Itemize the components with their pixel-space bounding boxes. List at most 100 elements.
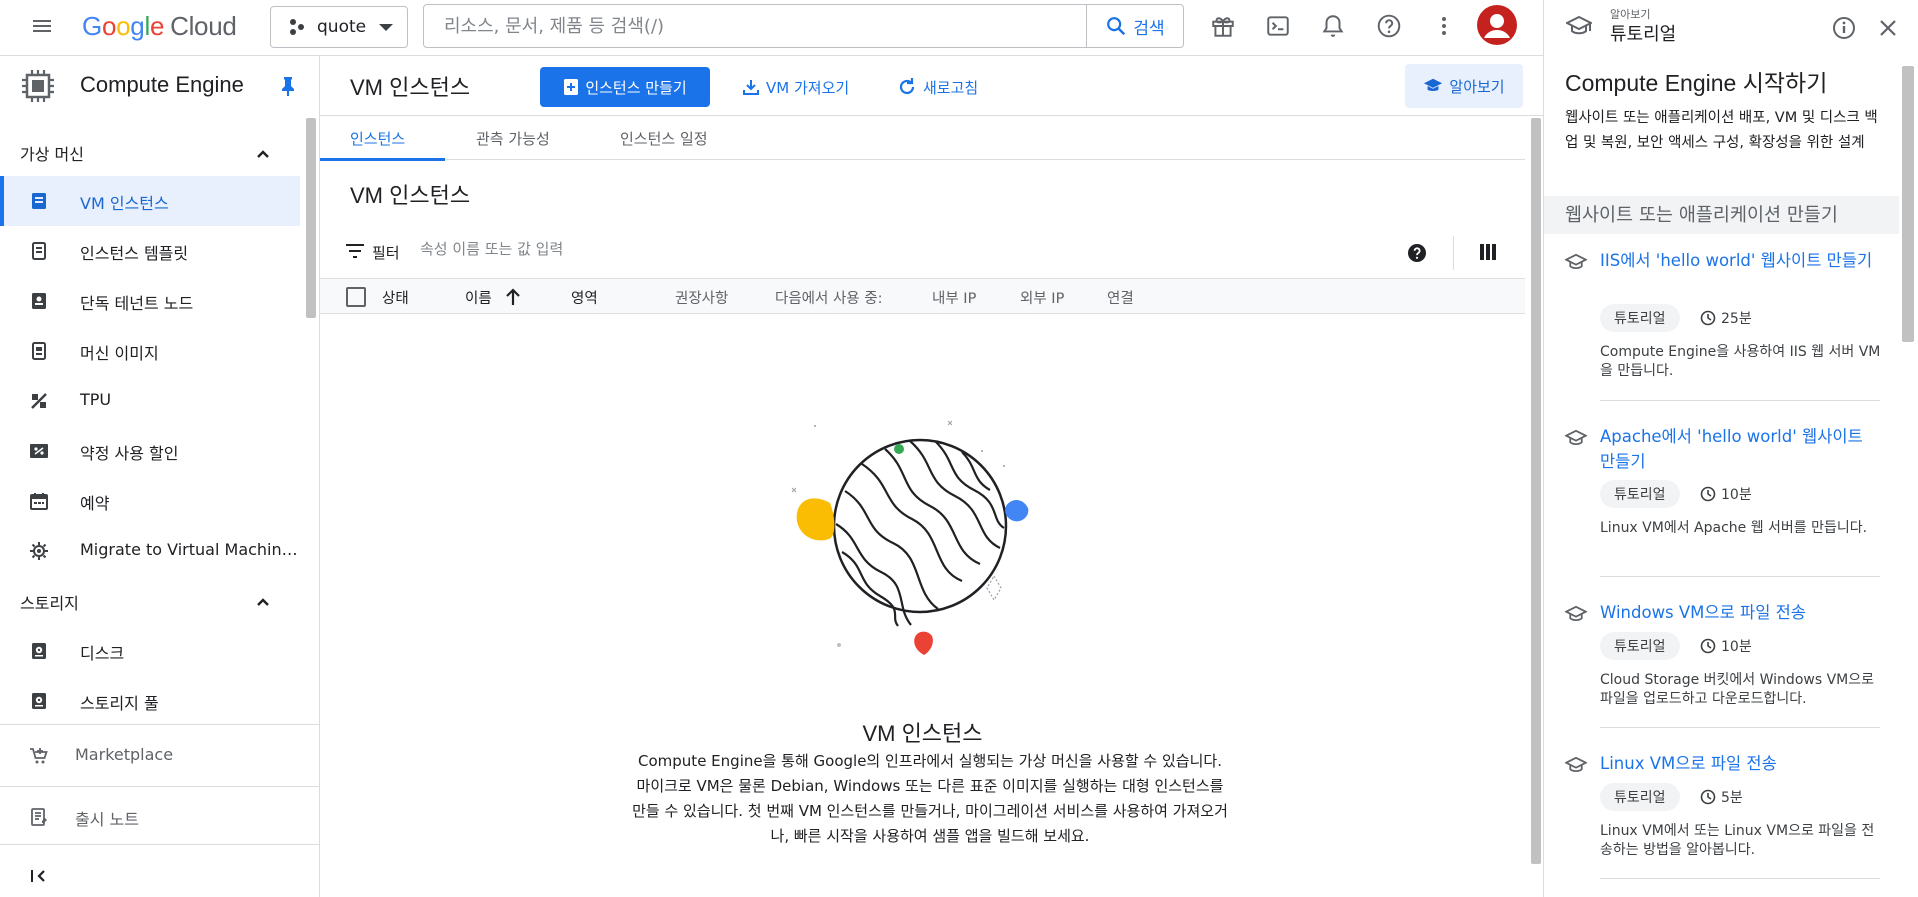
tutorial-card[interactable]: Windows VM으로 파일 전송 튜토리얼 10분 Cloud Storag… (1544, 600, 1884, 720)
main-scrollbar[interactable] (1531, 118, 1541, 864)
machine-image-icon (32, 342, 46, 360)
search-icon (1107, 17, 1126, 36)
cloud-shell-icon[interactable] (1258, 6, 1298, 46)
cart-icon (30, 748, 48, 764)
column-external-ip[interactable]: 외부 IP (1020, 287, 1064, 308)
sidebar-item-disks[interactable]: 디스크 (0, 626, 300, 676)
refresh-icon (899, 78, 915, 95)
sort-arrow-up-icon[interactable] (505, 287, 521, 307)
project-picker[interactable]: quote (270, 6, 408, 48)
tab-bar: 인스턴스 관측 가능성 인스턴스 일정 (320, 116, 1525, 161)
more-options-icon[interactable] (1424, 6, 1464, 46)
tab-instance-schedules[interactable]: 인스턴스 일정 (620, 128, 708, 149)
clock-icon (1700, 789, 1716, 805)
gift-icon[interactable] (1203, 6, 1243, 46)
tab-observability[interactable]: 관측 가능성 (476, 128, 550, 149)
sidebar-item-marketplace[interactable]: Marketplace (0, 731, 300, 781)
column-recommendations[interactable]: 권장사항 (675, 287, 728, 308)
tutorial-description: Cloud Storage 버킷에서 Windows VM으로 파일을 업로드하… (1600, 672, 1874, 707)
search-button[interactable]: 검색 (1086, 5, 1183, 47)
collapse-nav-icon[interactable] (30, 868, 48, 884)
notifications-icon[interactable] (1313, 6, 1353, 46)
left-navigation: Compute Engine 가상 머신 VM 인스턴스 인스턴스 템플릿 단독… (0, 56, 320, 897)
sidebar-item-label: 머신 이미지 (80, 344, 159, 363)
sidebar-item-label: 단독 테넌트 노드 (80, 294, 194, 313)
sidebar-item-label: 인스턴스 템플릿 (80, 244, 189, 263)
filter-label: 필터 (372, 244, 400, 262)
column-display-icon[interactable] (1480, 243, 1496, 261)
sidebar-item-reservations[interactable]: 예약 (0, 476, 300, 526)
tutorial-title-link[interactable]: Apache에서 'hello world' 웹사이트 만들기 (1600, 424, 1880, 474)
sidebar-item-migrate[interactable]: Migrate to Virtual Machin… (0, 526, 300, 576)
filter-input[interactable] (420, 240, 1020, 258)
tutorial-title-link[interactable]: Windows VM으로 파일 전송 (1600, 600, 1880, 625)
tutorial-duration: 10분 (1700, 480, 1752, 508)
column-status[interactable]: 상태 (382, 287, 409, 308)
main-content: VM 인스턴스 인스턴스 만들기 VM 가져오기 새로고침 알아보기 인스턴스 … (320, 56, 1543, 897)
tutorial-panel: 알아보기 튜토리얼 Compute Engine 시작하기 웹사이트 또는 애플… (1543, 0, 1918, 897)
page-title: VM 인스턴스 (350, 75, 471, 100)
column-in-use-by[interactable]: 다음에서 사용 중: (775, 287, 882, 308)
top-bar: GoogleCloud quote 검색 (0, 0, 1543, 56)
import-vm-button[interactable]: VM 가져오기 (742, 67, 849, 107)
create-instance-label: 인스턴스 만들기 (585, 78, 687, 97)
school-icon (1566, 16, 1592, 35)
tutorial-title-link[interactable]: IIS에서 'hello world' 웹사이트 만들기 (1600, 248, 1880, 273)
create-instance-button[interactable]: 인스턴스 만들기 (540, 67, 710, 107)
sidebar-item-label: 예약 (80, 494, 110, 513)
tutorial-title-link[interactable]: Linux VM으로 파일 전송 (1600, 751, 1880, 776)
migrate-icon (30, 542, 48, 560)
sidebar-item-tpu[interactable]: TPU (0, 376, 300, 426)
sidebar-item-machine-images[interactable]: 머신 이미지 (0, 326, 300, 376)
nav-scrollbar[interactable] (306, 118, 316, 318)
column-internal-ip[interactable]: 내부 IP (932, 287, 976, 308)
import-vm-label: VM 가져오기 (766, 78, 850, 97)
panel-intro: 웹사이트 또는 애플리케이션 배포, VM 및 디스크 백업 및 복원, 보안 … (1565, 110, 1878, 151)
select-all-checkbox[interactable] (346, 287, 366, 307)
tutorial-description: Linux VM에서 또는 Linux VM으로 파일을 전송하는 방법을 알아… (1600, 823, 1875, 858)
tenant-node-icon (32, 293, 46, 309)
duration-label: 5분 (1721, 790, 1743, 806)
column-name[interactable]: 이름 (465, 287, 492, 308)
help-icon[interactable] (1407, 243, 1427, 263)
sidebar-item-committed-use-discounts[interactable]: 약정 사용 할인 (0, 426, 300, 476)
sidebar-item-release-notes[interactable]: 출시 노트 (0, 792, 300, 842)
chevron-up-icon[interactable] (254, 593, 272, 611)
google-cloud-logo[interactable]: Google Cloud (82, 11, 237, 42)
filter-icon[interactable] (346, 244, 364, 258)
nav-section-storage[interactable]: 스토리지 (20, 590, 79, 614)
storage-pool-icon (32, 693, 46, 709)
calendar-icon (30, 493, 48, 510)
tab-instances[interactable]: 인스턴스 (350, 128, 405, 149)
refresh-button[interactable]: 새로고침 (897, 67, 978, 107)
nav-divider (0, 786, 320, 787)
pin-icon[interactable] (279, 76, 297, 96)
template-icon (32, 242, 46, 260)
search-input[interactable] (424, 5, 1086, 47)
panel-scrollbar[interactable] (1902, 66, 1914, 342)
vm-instance-icon (32, 193, 46, 209)
refresh-label: 새로고침 (923, 78, 979, 97)
sidebar-item-instance-templates[interactable]: 인스턴스 템플릿 (0, 226, 300, 276)
tutorial-card[interactable]: Apache에서 'hello world' 웹사이트 만들기 튜토리얼 10분… (1544, 424, 1884, 574)
column-connect[interactable]: 연결 (1107, 287, 1134, 308)
sidebar-item-sole-tenant-nodes[interactable]: 단독 테넌트 노드 (0, 276, 300, 326)
tutorial-card[interactable]: IIS에서 'hello world' 웹사이트 만들기 튜토리얼 25분 Co… (1544, 248, 1884, 398)
search-button-label: 검색 (1133, 18, 1165, 39)
sidebar-item-storage-pools[interactable]: 스토리지 풀 (0, 676, 300, 726)
sidebar-item-vm-instances[interactable]: VM 인스턴스 (0, 176, 300, 226)
tutorial-duration: 10분 (1700, 632, 1752, 660)
avatar[interactable] (1477, 5, 1517, 45)
nav-divider (0, 844, 320, 845)
column-zone[interactable]: 영역 (571, 287, 598, 308)
nav-section-virtual-machines[interactable]: 가상 머신 (20, 141, 84, 165)
info-icon[interactable] (1832, 16, 1856, 40)
main-menu-icon[interactable] (22, 6, 62, 46)
learn-button[interactable]: 알아보기 (1405, 64, 1523, 108)
chevron-up-icon[interactable] (254, 145, 272, 163)
tutorial-card[interactable]: Linux VM으로 파일 전송 튜토리얼 5분 Linux VM에서 또는 L… (1544, 751, 1884, 871)
nav-section-label: 스토리지 (20, 594, 79, 613)
help-icon[interactable] (1369, 6, 1409, 46)
empty-state-illustration (791, 420, 1029, 655)
close-icon[interactable] (1878, 18, 1898, 38)
